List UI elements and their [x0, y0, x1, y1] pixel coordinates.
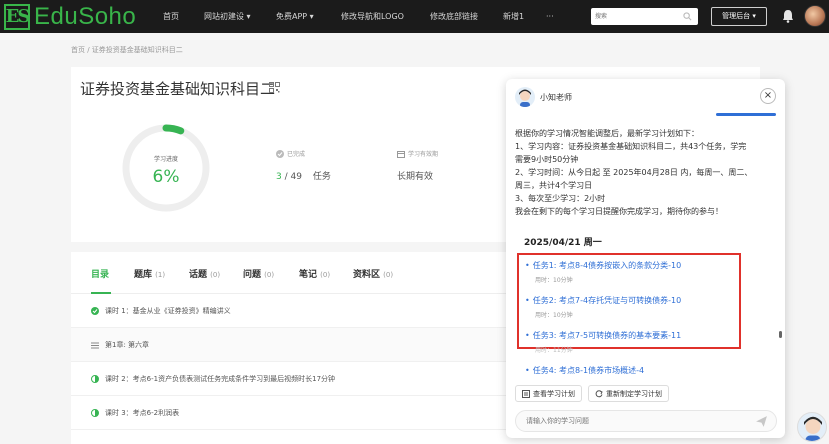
search-icon[interactable]	[683, 12, 692, 21]
top-navbar: ES EduSoho 首页 网站初建设 ▾ 免费APP ▾ 修改导航和LOGO …	[0, 0, 829, 33]
chapter-title: 第1章: 第六章	[105, 341, 150, 349]
nav-item-edit-logo[interactable]: 修改导航和LOGO	[341, 0, 404, 33]
lesson-title: 课时 1：基金从业《证券投资》精编讲义	[105, 307, 231, 315]
chat-header: 小知老师 ×	[506, 79, 785, 115]
plan-message: 根据你的学习情况智能调整后，最新学习计划如下： 1、学习内容：证券投资基金基础知…	[515, 127, 775, 218]
chat-actions: 查看学习计划 重新制定学习计划	[515, 385, 669, 402]
task-duration: 用时：10分钟	[535, 277, 573, 284]
search-input[interactable]	[591, 8, 676, 25]
chat-input-wrap	[515, 410, 777, 432]
half-progress-icon	[91, 375, 99, 383]
nav-item-home[interactable]: 首页	[163, 0, 179, 33]
replan-button[interactable]: 重新制定学习计划	[588, 385, 669, 402]
close-button[interactable]: ×	[760, 88, 776, 104]
progress-label: 学习进度	[153, 156, 178, 163]
nav-search	[591, 8, 698, 25]
message-bubble-edge	[716, 113, 776, 116]
tab-materials[interactable]: 资料区 (0)	[353, 267, 393, 280]
validity-label: 学习有效期	[408, 151, 439, 158]
check-circle-icon	[91, 307, 99, 315]
plan-line: 3、每次至少学习：2小时	[515, 194, 606, 203]
task-link[interactable]: 任务4: 考点8-1债券市场概述-4	[525, 365, 644, 376]
plan-line: 2、学习时间：从今日起 至 2025年04月28日 内，每周一、周二、	[515, 168, 753, 177]
menu-icon	[91, 342, 99, 348]
admin-dashboard-button[interactable]: 管理后台 ▾	[711, 7, 767, 26]
teacher-avatar	[515, 87, 535, 107]
nav-item-site-setup[interactable]: 网站初建设 ▾	[204, 0, 251, 33]
user-avatar[interactable]	[804, 5, 826, 27]
plan-line: 需要9小时50分钟	[515, 155, 579, 164]
check-circle-icon	[276, 149, 284, 158]
nav-item-edit-footer[interactable]: 修改底部链接	[430, 0, 478, 33]
ai-tutor-chat-panel: 小知老师 × 根据你的学习情况智能调整后，最新学习计划如下： 1、学习内容：证券…	[506, 79, 785, 438]
task-unit: 任务	[312, 172, 331, 182]
plan-line: 周三，共计4个学习日	[515, 181, 593, 190]
validity-label-wrap: 学习有效期	[397, 149, 438, 158]
plan-line: 根据你的学习情况智能调整后，最新学习计划如下：	[515, 129, 699, 138]
teacher-name: 小知老师	[540, 93, 572, 102]
lesson-title: 课时 3：考点6-2利润表	[105, 409, 180, 417]
chat-input[interactable]	[516, 411, 736, 431]
tab-notes[interactable]: 笔记 (0)	[299, 267, 330, 280]
task-duration: 用时：11分钟	[535, 347, 573, 354]
validity-value: 长期有效	[397, 172, 434, 182]
plan-line: 我会在剩下的每个学习日提醒你完成学习，期待你的参与！	[515, 207, 723, 216]
logo-text: EduSoho	[34, 2, 137, 30]
scrollbar-thumb[interactable]	[779, 331, 782, 338]
tab-topics[interactable]: 话题 (0)	[189, 267, 220, 280]
logo-mark: ES	[4, 3, 30, 30]
logo[interactable]: ES EduSoho	[4, 3, 136, 30]
task-link[interactable]: 任务2: 考点7-4存托凭证与可转换债券-10	[525, 295, 681, 306]
calendar-icon	[397, 150, 405, 158]
tab-questions[interactable]: 问题 (0)	[243, 267, 274, 280]
nav-item-more[interactable]: ···	[546, 0, 554, 33]
progress-ring: 学习进度 6%	[119, 121, 213, 215]
qr-code-icon[interactable]	[269, 82, 280, 93]
tab-question-bank[interactable]: 题库 (1)	[134, 267, 165, 280]
task-link[interactable]: 任务3: 考点7-5可转换债券的基本要素-11	[525, 330, 681, 341]
completed-label-wrap: 已完成	[276, 149, 305, 158]
completed-stat: 3 / 49 任务	[276, 169, 331, 182]
refresh-icon	[595, 389, 603, 397]
lesson-title: 课时 2：考点6-1资产负债表测试任务完成条件学习到最后视频时长17分钟	[105, 375, 336, 383]
nav-item-new1[interactable]: 新增1	[503, 0, 524, 33]
bell-icon[interactable]	[782, 9, 794, 23]
progress-value: 6%	[152, 167, 180, 187]
view-plan-button[interactable]: 查看学习计划	[515, 385, 582, 402]
completed-label: 已完成	[287, 151, 306, 158]
floating-tutor-avatar[interactable]	[797, 412, 827, 442]
completed-total: / 49	[284, 172, 302, 182]
document-icon	[522, 389, 530, 398]
nav-item-free-app[interactable]: 免费APP ▾	[276, 0, 314, 33]
breadcrumb: 首页 / 证券投资基金基础知识科目二	[71, 46, 183, 54]
tab-catalog[interactable]: 目录	[91, 267, 109, 280]
course-title: 证券投资基金基础知识科目二	[80, 80, 276, 98]
task-link[interactable]: 任务1: 考点8-4债券按嵌入的条款分类-10	[525, 260, 681, 271]
plan-line: 1、学习内容：证券投资基金基础知识科目二，共43个任务，学完	[515, 142, 747, 151]
plan-date: 2025/04/21 周一	[524, 238, 602, 248]
completed-count: 3	[276, 172, 282, 182]
task-duration: 用时：10分钟	[535, 312, 573, 319]
half-progress-icon	[91, 409, 99, 417]
send-icon[interactable]	[755, 415, 768, 428]
